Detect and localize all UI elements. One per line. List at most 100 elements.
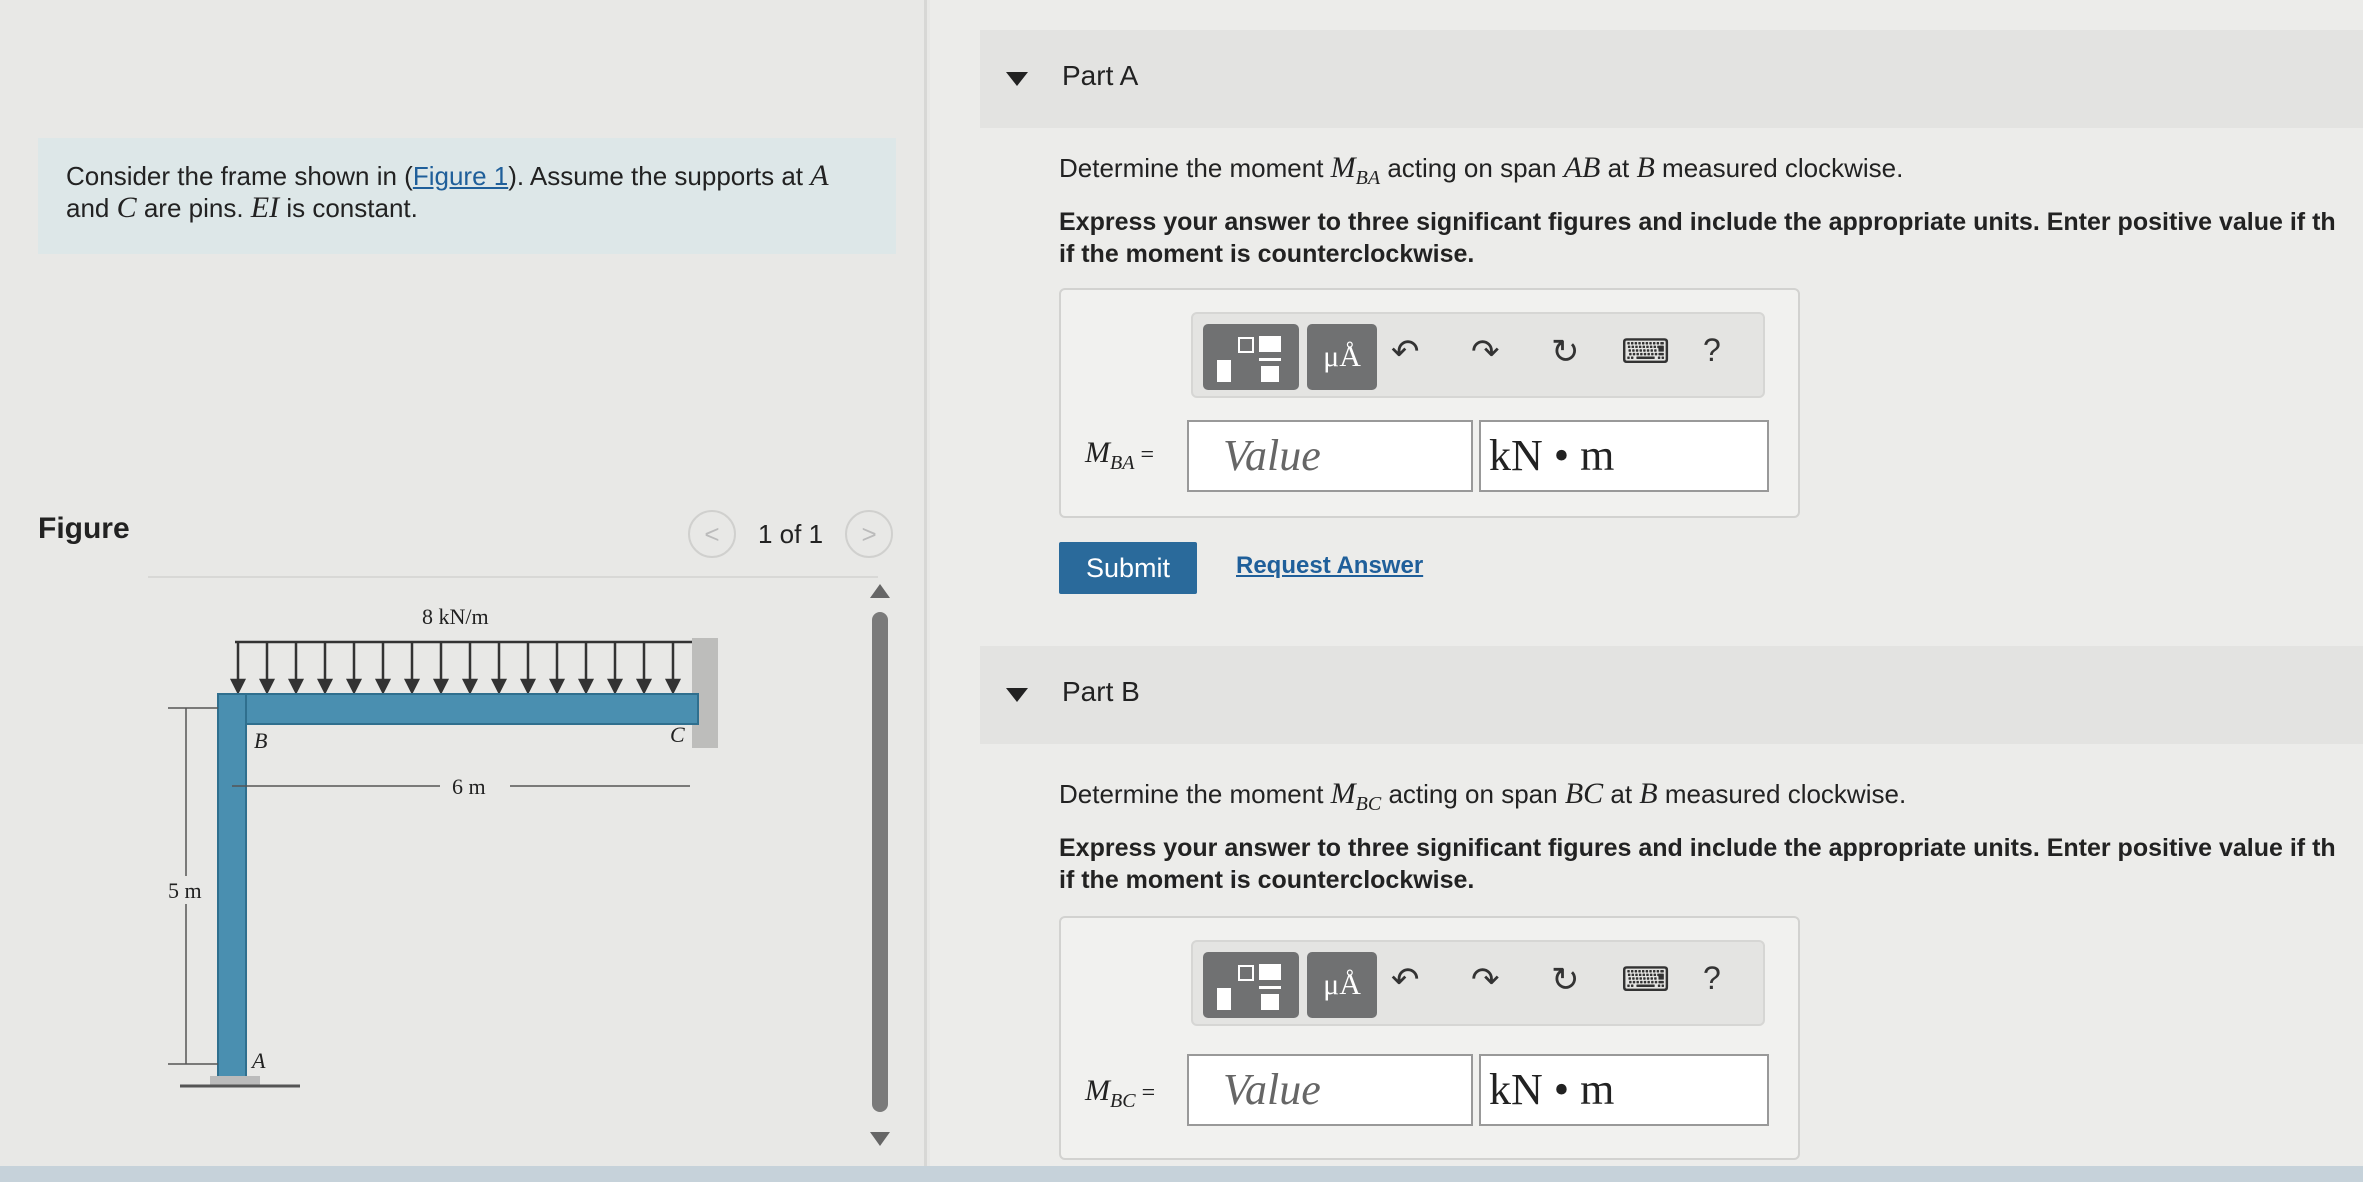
answer-label: MBA = (1085, 436, 1154, 475)
load-arrowhead (548, 678, 566, 695)
reset-icon[interactable]: ↻ (1551, 332, 1580, 372)
span-label: 6 m (452, 774, 486, 799)
figure-pager: < 1 of 1 > (688, 510, 894, 558)
scroll-down-icon[interactable] (870, 1132, 890, 1146)
load-arrowhead (664, 678, 682, 695)
load-arrowhead (461, 678, 479, 695)
node-symbol: B (1639, 777, 1658, 810)
load-arrowhead (490, 678, 508, 695)
load-arrowhead (432, 678, 450, 695)
node-b-label: B (254, 728, 267, 753)
panel-divider[interactable] (924, 0, 927, 1182)
next-figure-button[interactable]: > (845, 510, 894, 558)
moment-subscript: BC (1355, 793, 1382, 815)
part-b-header[interactable]: Part B (980, 646, 2363, 744)
part-a-instructions: Express your answer to three significant… (1059, 206, 2363, 270)
keyboard-icon[interactable]: ⌨ (1621, 960, 1670, 1000)
answer-symbol: M (1085, 436, 1110, 469)
submit-button[interactable]: Submit (1059, 542, 1197, 594)
moment-symbol: M (1330, 151, 1356, 184)
load-arrowhead (519, 678, 537, 695)
load-arrowhead (229, 678, 247, 695)
moment-symbol: M (1330, 777, 1356, 810)
help-icon[interactable]: ? (1703, 960, 1721, 997)
templates-icon[interactable] (1203, 952, 1299, 1018)
problem-text: ). Assume the supports at (508, 161, 811, 191)
problem-text: Consider the frame shown in ( (66, 161, 413, 191)
keyboard-icon[interactable]: ⌨ (1621, 332, 1670, 372)
question-text: at (1600, 153, 1637, 183)
load-arrowhead (606, 678, 624, 695)
redo-icon[interactable]: ↷ (1471, 960, 1500, 1000)
question-text: Determine the moment (1059, 779, 1331, 809)
question-text: acting on span (1380, 153, 1564, 183)
help-icon[interactable]: ? (1703, 332, 1721, 369)
units-icon[interactable]: μÅ (1307, 324, 1377, 390)
undo-icon[interactable]: ↶ (1391, 960, 1420, 1000)
question-text: Determine the moment (1059, 153, 1331, 183)
part-a-question: Determine the moment MBA acting on span … (1059, 152, 2359, 194)
value-input[interactable]: Value (1187, 1054, 1473, 1126)
load-arrowhead (374, 678, 392, 695)
undo-icon[interactable]: ↶ (1391, 332, 1420, 372)
frame-figure: 8 kN/m B C A 6 m 5 m (164, 604, 718, 1088)
load-label: 8 kN/m (422, 604, 489, 629)
instructions-line: if the moment is counterclockwise. (1059, 866, 1475, 894)
load-arrowhead (287, 678, 305, 695)
templates-icon[interactable] (1203, 324, 1299, 390)
load-arrowhead (577, 678, 595, 695)
load-arrowhead (635, 678, 653, 695)
node-a-label: A (250, 1048, 266, 1073)
instructions-line: Express your answer to three significant… (1059, 834, 2336, 862)
column-ab (217, 693, 247, 1085)
answer-subscript: BA (1110, 452, 1135, 474)
var-a: A (810, 159, 829, 192)
request-answer-link[interactable]: Request Answer (1236, 552, 1423, 580)
units-icon[interactable]: μÅ (1307, 952, 1377, 1018)
value-input[interactable]: Value (1187, 420, 1473, 492)
problem-text: is constant. (279, 193, 418, 223)
figure-link[interactable]: Figure 1 (413, 161, 508, 191)
divider (148, 576, 878, 578)
scroll-up-icon[interactable] (870, 584, 890, 598)
beam-bc (217, 693, 699, 725)
collapse-triangle-icon[interactable] (1006, 688, 1028, 702)
units-input[interactable]: kN • m (1479, 1054, 1769, 1126)
load-arrowhead (316, 678, 334, 695)
span-symbol: BC (1564, 777, 1604, 810)
part-a-answer-box: μÅ ↶ ↷ ↻ ⌨ ? MBA = Value kN • m (1059, 288, 1800, 518)
moment-subscript: BA (1355, 167, 1381, 189)
part-a-title: Part A (1062, 60, 1139, 91)
load-arrowhead (403, 678, 421, 695)
part-b-answer-box: μÅ ↶ ↷ ↻ ⌨ ? MBC = Value kN • m (1059, 916, 1800, 1160)
units-input[interactable]: kN • m (1479, 420, 1769, 492)
var-c: C (116, 191, 137, 224)
equals-sign: = (1134, 442, 1154, 468)
math-toolbar: μÅ ↶ ↷ ↻ ⌨ ? (1191, 940, 1765, 1026)
var-ei: EI (250, 191, 280, 224)
math-toolbar: μÅ ↶ ↷ ↻ ⌨ ? (1191, 312, 1765, 398)
prev-figure-button[interactable]: < (688, 510, 736, 558)
redo-icon[interactable]: ↷ (1471, 332, 1500, 372)
part-b-title: Part B (1062, 676, 1140, 707)
question-text: measured clockwise. (1657, 779, 1907, 809)
load-arrowhead (258, 678, 276, 695)
part-b-instructions: Express your answer to three significant… (1059, 832, 2363, 896)
figure-heading: Figure (38, 512, 130, 545)
instructions-line: Express your answer to three significant… (1059, 208, 2336, 236)
reset-icon[interactable]: ↻ (1551, 960, 1580, 1000)
part-a-header[interactable]: Part A (980, 30, 2363, 128)
equals-sign: = (1135, 1080, 1156, 1106)
load-arrowhead (345, 678, 363, 695)
collapse-triangle-icon[interactable] (1006, 72, 1028, 86)
problem-text: and (66, 193, 117, 223)
node-c-label: C (670, 722, 685, 747)
instructions-line: if the moment is counterclockwise. (1059, 240, 1475, 268)
problem-statement: Consider the frame shown in (Figure 1). … (38, 138, 896, 254)
span-symbol: AB (1563, 151, 1601, 184)
node-symbol: B (1636, 151, 1655, 184)
part-b-question: Determine the moment MBC acting on span … (1059, 778, 2359, 820)
answer-subscript: BC (1110, 1090, 1136, 1112)
load-arrows (229, 640, 711, 695)
figure-scrollbar[interactable] (872, 612, 888, 1112)
